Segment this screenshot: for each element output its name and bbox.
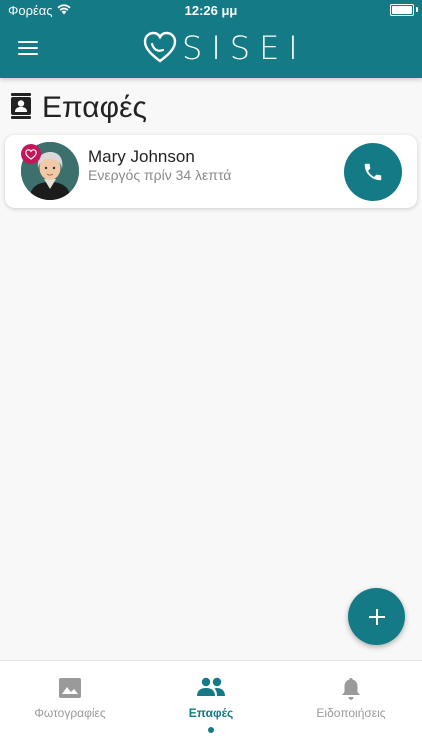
people-icon [141,677,281,697]
page-header: Επαφές [10,88,147,128]
tab-notifications-label: Ειδοποιήσεις [316,706,386,720]
image-icon [0,677,140,699]
bottom-tab-bar: Φωτογραφίες Επαφές Ειδοποιήσεις [0,660,422,751]
contact-card[interactable]: Mary Johnson Ενεργός πρίν 34 λεπτά [5,135,417,208]
app-logo: SISEI [142,28,307,68]
battery-icon [390,4,414,16]
battery-tip [416,7,418,12]
contact-name: Mary Johnson [88,147,195,166]
top-app-bar: Φορέας 12:26 μμ SISEI [0,0,422,78]
tab-photos-label: Φωτογραφίες [34,706,106,720]
status-time: 12:26 μμ [184,3,238,18]
heart-icon [21,144,41,164]
phone-icon [364,163,382,181]
status-bar: Φορέας 12:26 μμ [0,0,422,20]
tab-contacts[interactable]: Επαφές [141,661,281,751]
tab-photos[interactable]: Φωτογραφίες [0,661,140,751]
contacts-book-icon [10,92,32,124]
page-title: Επαφές [42,91,147,124]
hamburger-icon[interactable] [18,40,40,58]
tab-contacts-label: Επαφές [188,706,234,720]
contact-status: Ενεργός πρίν 34 λεπτά [88,167,232,183]
logo-heart-icon [143,31,177,63]
active-tab-indicator [208,727,214,733]
call-button[interactable] [344,143,402,201]
plus-icon [368,608,385,625]
tab-notifications[interactable]: Ειδοποιήσεις [281,661,421,751]
logo-text: SISEI [182,29,307,67]
add-contact-button[interactable] [348,588,405,645]
bell-icon [281,677,421,701]
